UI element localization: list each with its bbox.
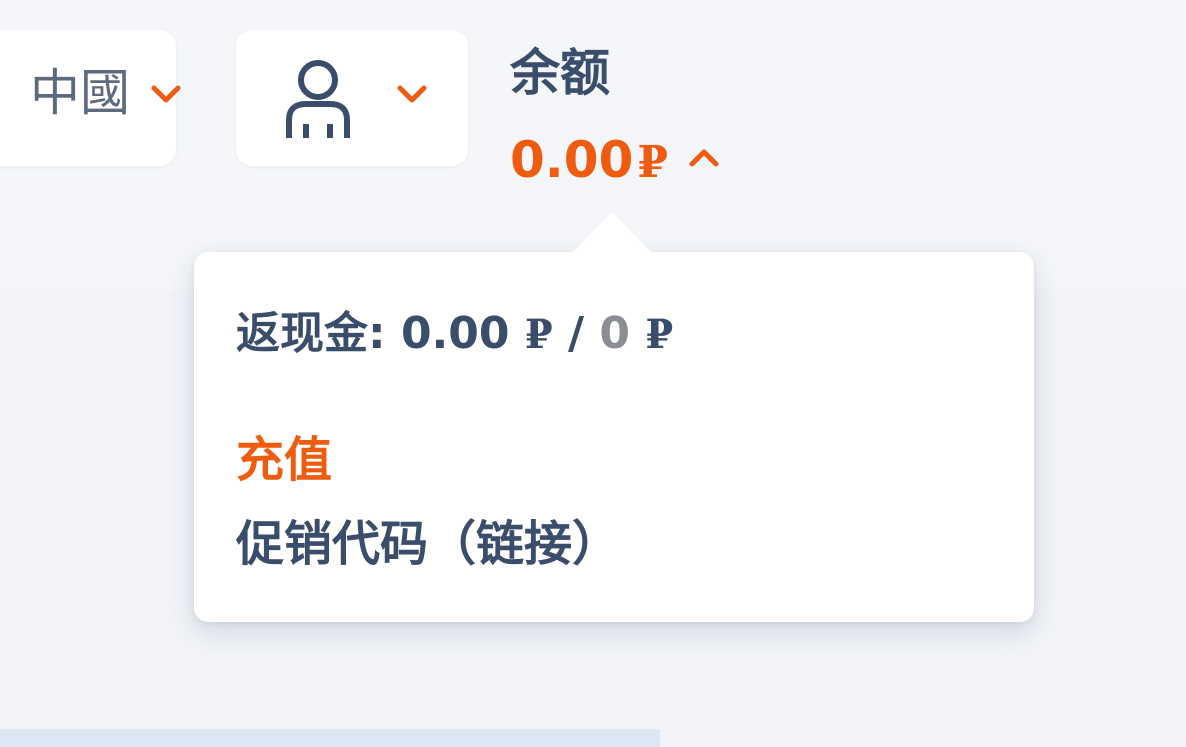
cashback-limit: 0 xyxy=(599,308,631,359)
cashback-current-currency: ₽ xyxy=(524,311,553,358)
topup-link[interactable]: 充值 xyxy=(236,436,332,484)
cashback-limit-currency: ₽ xyxy=(645,311,674,358)
cashback-label: 返现金: xyxy=(236,308,386,359)
balance-toggle[interactable]: 0.00₽ xyxy=(510,135,668,185)
balance-label: 余额 xyxy=(510,44,610,102)
cashback-current: 0.00 xyxy=(400,308,510,359)
balance-currency: ₽ xyxy=(637,137,668,188)
chevron-down-icon xyxy=(150,84,182,108)
popover-arrow xyxy=(572,212,652,253)
cashback-info: 返现金: 0.00 ₽ / 0 ₽ xyxy=(236,312,673,356)
chevron-down-icon xyxy=(396,84,428,108)
promo-code-link[interactable]: 促销代码（链接） xyxy=(236,520,620,568)
balance-amount: 0.00 xyxy=(510,131,634,189)
user-icon xyxy=(284,58,352,144)
content-strip xyxy=(0,729,660,747)
user-menu-button[interactable] xyxy=(236,30,468,166)
chevron-up-icon[interactable] xyxy=(688,148,720,172)
language-select-value: 中國 xyxy=(30,64,130,122)
cashback-separator: / xyxy=(568,308,585,359)
